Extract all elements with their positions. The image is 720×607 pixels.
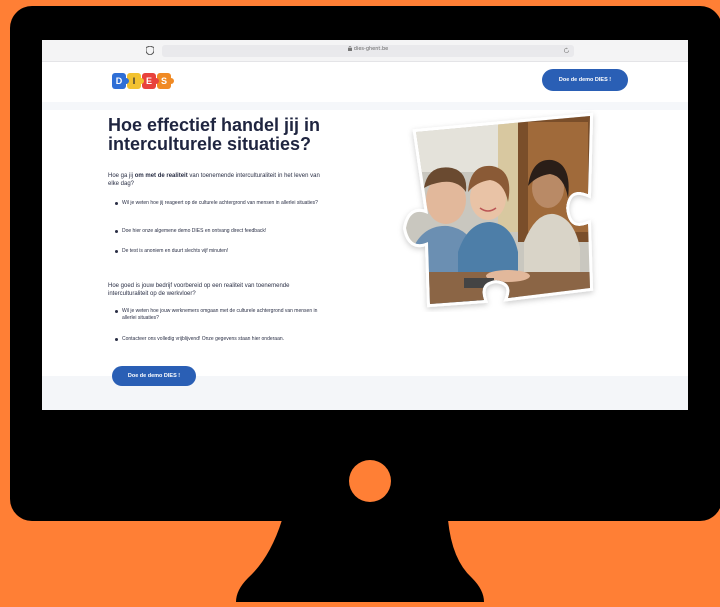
logo-piece: S (157, 73, 174, 89)
section1-intro: Hoe ga jij om met de realiteit van toene… (108, 172, 328, 188)
power-dot (349, 460, 391, 502)
logo-piece: I (127, 73, 144, 89)
hero-photo (402, 112, 594, 308)
bullet-text: Contacteer ons volledig vrijblijvend! On… (122, 336, 285, 342)
bullet-dot (115, 230, 118, 233)
bullet-dot (115, 338, 118, 341)
intro-prefix: Hoe ga jij (108, 173, 135, 179)
browser-screen: dies-ghent.be D I E S Doe de demo DIES !… (42, 40, 688, 410)
browser-toolbar: dies-ghent.be (42, 40, 688, 62)
list-item: Wil je weten hoe jouw werknemers omgaan … (115, 308, 325, 322)
bullet-text: De test is anoniem en duurt slechts vijf… (122, 248, 229, 254)
bullet-dot (115, 250, 118, 253)
page-title: Hoe effectief handel jij in interculture… (108, 115, 321, 154)
reload-icon[interactable] (563, 47, 570, 54)
header-demo-button[interactable]: Doe de demo DIES ! (542, 69, 628, 91)
lock-icon (347, 46, 352, 51)
logo-piece: D (112, 73, 129, 89)
site-header: D I E S Doe de demo DIES ! (42, 62, 688, 102)
shield-icon[interactable] (146, 46, 154, 55)
list-item: Wil je weten hoe jij reageert op de cult… (115, 200, 325, 207)
bullet-text: Doe hier onze algemene demo DIES en ontv… (122, 228, 267, 234)
hero-demo-button[interactable]: Doe de demo DIES ! (112, 366, 196, 386)
bullet-text: Wil je weten hoe jouw werknemers omgaan … (122, 308, 318, 321)
dies-logo[interactable]: D I E S (112, 71, 174, 91)
list-item: Doe hier onze algemene demo DIES en ontv… (115, 228, 325, 235)
section2-intro: Hoe goed is jouw bedrijf voorbereid op e… (108, 283, 290, 297)
bullet-text: Wil je weten hoe jij reageert op de cult… (122, 200, 318, 206)
address-bar[interactable]: dies-ghent.be (162, 45, 574, 57)
url-text: dies-ghent.be (353, 46, 389, 52)
list-item: Contacteer ons volledig vrijblijvend! On… (115, 336, 325, 343)
intro-bold: om met de realiteit (134, 173, 188, 179)
bullet-dot (115, 202, 118, 205)
list-item: De test is anoniem en duurt slechts vijf… (115, 248, 325, 255)
logo-piece: E (142, 73, 159, 89)
bullet-dot (115, 310, 118, 313)
